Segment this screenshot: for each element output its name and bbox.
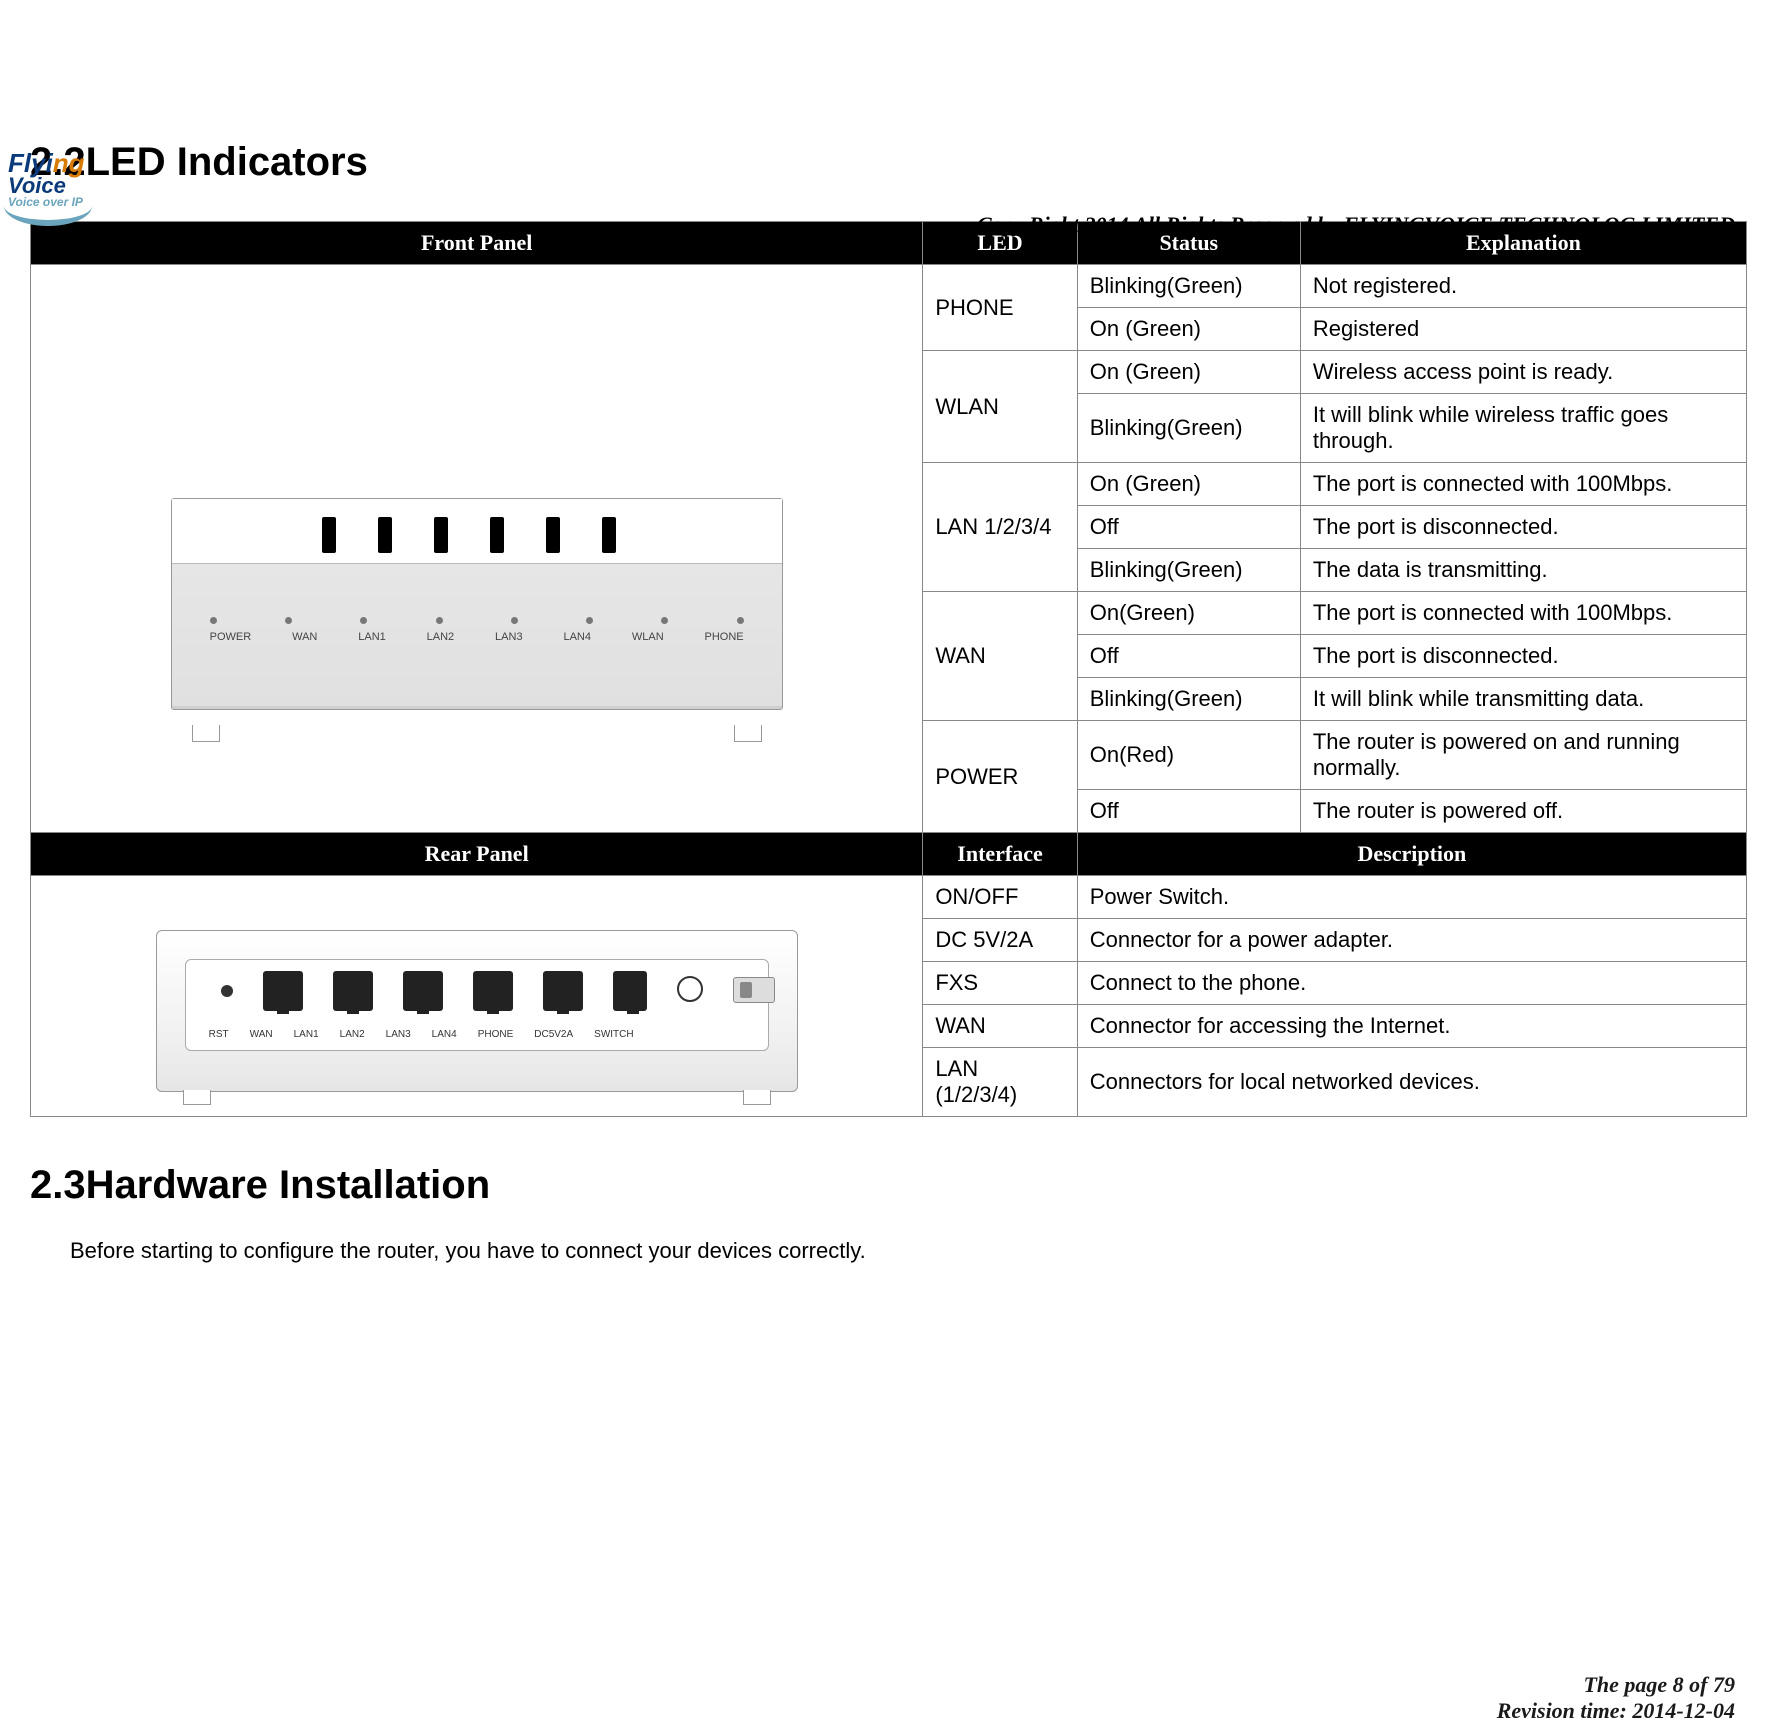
rear-label: LAN4 (432, 1029, 457, 1040)
led-explanation-cell: Not registered. (1300, 265, 1746, 308)
rear-label: LAN1 (294, 1029, 319, 1040)
interface-name-cell: DC 5V/2A (923, 919, 1077, 962)
led-explanation-cell: The router is powered off. (1300, 790, 1746, 833)
led-explanation-cell: The port is connected with 100Mbps. (1300, 463, 1746, 506)
interface-desc-cell: Connector for accessing the Internet. (1077, 1005, 1746, 1048)
led-explanation-cell: It will blink while transmitting data. (1300, 678, 1746, 721)
brand-logo: Flying Voice Voice over IP (8, 148, 85, 209)
led-indicators-table: Front Panel LED Status Explanation POWER… (30, 221, 1747, 1117)
footer-page-number: The page 8 of 79 (1497, 1672, 1735, 1698)
front-panel-illustration: POWER WAN LAN1 LAN2 LAN3 LAN4 WLAN PHONE (171, 498, 783, 710)
front-label: LAN2 (427, 631, 455, 643)
page-header-right: Copy Right 2014 All Rights Reserved by F… (977, 212, 1735, 266)
interface-header: Interface (923, 833, 1077, 876)
rst-hole-icon (221, 985, 233, 997)
led-explanation-cell: Wireless access point is ready. (1300, 351, 1746, 394)
front-label: PHONE (705, 631, 744, 643)
front-label: WAN (292, 631, 317, 643)
led-name-cell: POWER (923, 721, 1077, 833)
interface-name-cell: WAN (923, 1005, 1077, 1048)
rear-panel-header: Rear Panel (31, 833, 923, 876)
front-led-labels: POWER WAN LAN1 LAN2 LAN3 LAN4 WLAN PHONE (210, 631, 744, 643)
copyright-text: Copy Right 2014 All Rights Reserved by F… (977, 212, 1735, 238)
lan2-port-icon (403, 971, 443, 1011)
phone-port-icon (613, 971, 647, 1011)
led-status-cell: On(Red) (1077, 721, 1300, 790)
led-status-cell: Off (1077, 635, 1300, 678)
led-explanation-cell: The data is transmitting. (1300, 549, 1746, 592)
rear-ports (221, 971, 775, 1011)
rear-panel-image-cell: RST WAN LAN1 LAN2 LAN3 LAN4 PHONE DC5V2A… (31, 876, 923, 1117)
led-name-cell: PHONE (923, 265, 1077, 351)
rear-label: PHONE (478, 1029, 514, 1040)
front-label: POWER (210, 631, 252, 643)
page-footer: The page 8 of 79 Revision time: 2014-12-… (1497, 1672, 1735, 1724)
front-led-dots (210, 617, 744, 624)
section-2-2-heading: 2.2LED Indicators (30, 140, 1747, 185)
interface-desc-cell: Connectors for local networked devices. (1077, 1048, 1746, 1117)
footer-revision: Revision time: 2014-12-04 (1497, 1698, 1735, 1724)
rear-label: RST (209, 1029, 229, 1040)
led-explanation-cell: The port is disconnected. (1300, 635, 1746, 678)
led-status-cell: Off (1077, 506, 1300, 549)
lan3-port-icon (473, 971, 513, 1011)
led-name-cell: LAN 1/2/3/4 (923, 463, 1077, 592)
lan4-port-icon (543, 971, 583, 1011)
led-status-cell: Blinking(Green) (1077, 394, 1300, 463)
front-label: LAN4 (563, 631, 591, 643)
led-status-cell: Off (1077, 790, 1300, 833)
version-text: V1.1 (977, 240, 1735, 266)
led-status-cell: On (Green) (1077, 351, 1300, 394)
section-2-3-body: Before starting to configure the router,… (70, 1238, 1747, 1264)
rear-label: WAN (250, 1029, 273, 1040)
dc-jack-icon (677, 976, 703, 1002)
rear-label: LAN3 (386, 1029, 411, 1040)
led-status-cell: Blinking(Green) (1077, 265, 1300, 308)
led-name-cell: WAN (923, 592, 1077, 721)
led-name-cell: WLAN (923, 351, 1077, 463)
interface-desc-cell: Power Switch. (1077, 876, 1746, 919)
led-status-cell: On(Green) (1077, 592, 1300, 635)
rear-label: DC5V2A (534, 1029, 573, 1040)
rear-panel-illustration: RST WAN LAN1 LAN2 LAN3 LAN4 PHONE DC5V2A… (156, 930, 798, 1092)
section-2-3-heading: 2.3Hardware Installation (30, 1163, 1747, 1208)
power-switch-icon (733, 977, 775, 1003)
wan-port-icon (263, 971, 303, 1011)
interface-name-cell: FXS (923, 962, 1077, 1005)
front-label: WLAN (632, 631, 664, 643)
interface-name-cell: ON/OFF (923, 876, 1077, 919)
front-label: LAN3 (495, 631, 523, 643)
interface-desc-cell: Connect to the phone. (1077, 962, 1746, 1005)
table-row: RST WAN LAN1 LAN2 LAN3 LAN4 PHONE DC5V2A… (31, 876, 1747, 919)
rear-label: LAN2 (340, 1029, 365, 1040)
front-panel-header: Front Panel (31, 222, 923, 265)
interface-desc-cell: Connector for a power adapter. (1077, 919, 1746, 962)
lan1-port-icon (333, 971, 373, 1011)
table-header-row-rear: Rear Panel Interface Description (31, 833, 1747, 876)
led-explanation-cell: The port is disconnected. (1300, 506, 1746, 549)
interface-name-cell: LAN (1/2/3/4) (923, 1048, 1077, 1117)
front-label: LAN1 (358, 631, 386, 643)
led-status-cell: Blinking(Green) (1077, 549, 1300, 592)
rear-label: SWITCH (594, 1029, 633, 1040)
led-status-cell: Blinking(Green) (1077, 678, 1300, 721)
page: Flying Voice Voice over IP Copy Right 20… (0, 140, 1777, 1730)
description-header: Description (1077, 833, 1746, 876)
table-row: POWER WAN LAN1 LAN2 LAN3 LAN4 WLAN PHONE… (31, 265, 1747, 308)
led-explanation-cell: It will blink while wireless traffic goe… (1300, 394, 1746, 463)
led-status-cell: On (Green) (1077, 463, 1300, 506)
front-panel-image-cell: POWER WAN LAN1 LAN2 LAN3 LAN4 WLAN PHONE (31, 265, 923, 833)
led-status-cell: On (Green) (1077, 308, 1300, 351)
rear-port-labels: RST WAN LAN1 LAN2 LAN3 LAN4 PHONE DC5V2A… (209, 1029, 634, 1040)
led-explanation-cell: Registered (1300, 308, 1746, 351)
led-explanation-cell: The router is powered on and running nor… (1300, 721, 1746, 790)
led-explanation-cell: The port is connected with 100Mbps. (1300, 592, 1746, 635)
